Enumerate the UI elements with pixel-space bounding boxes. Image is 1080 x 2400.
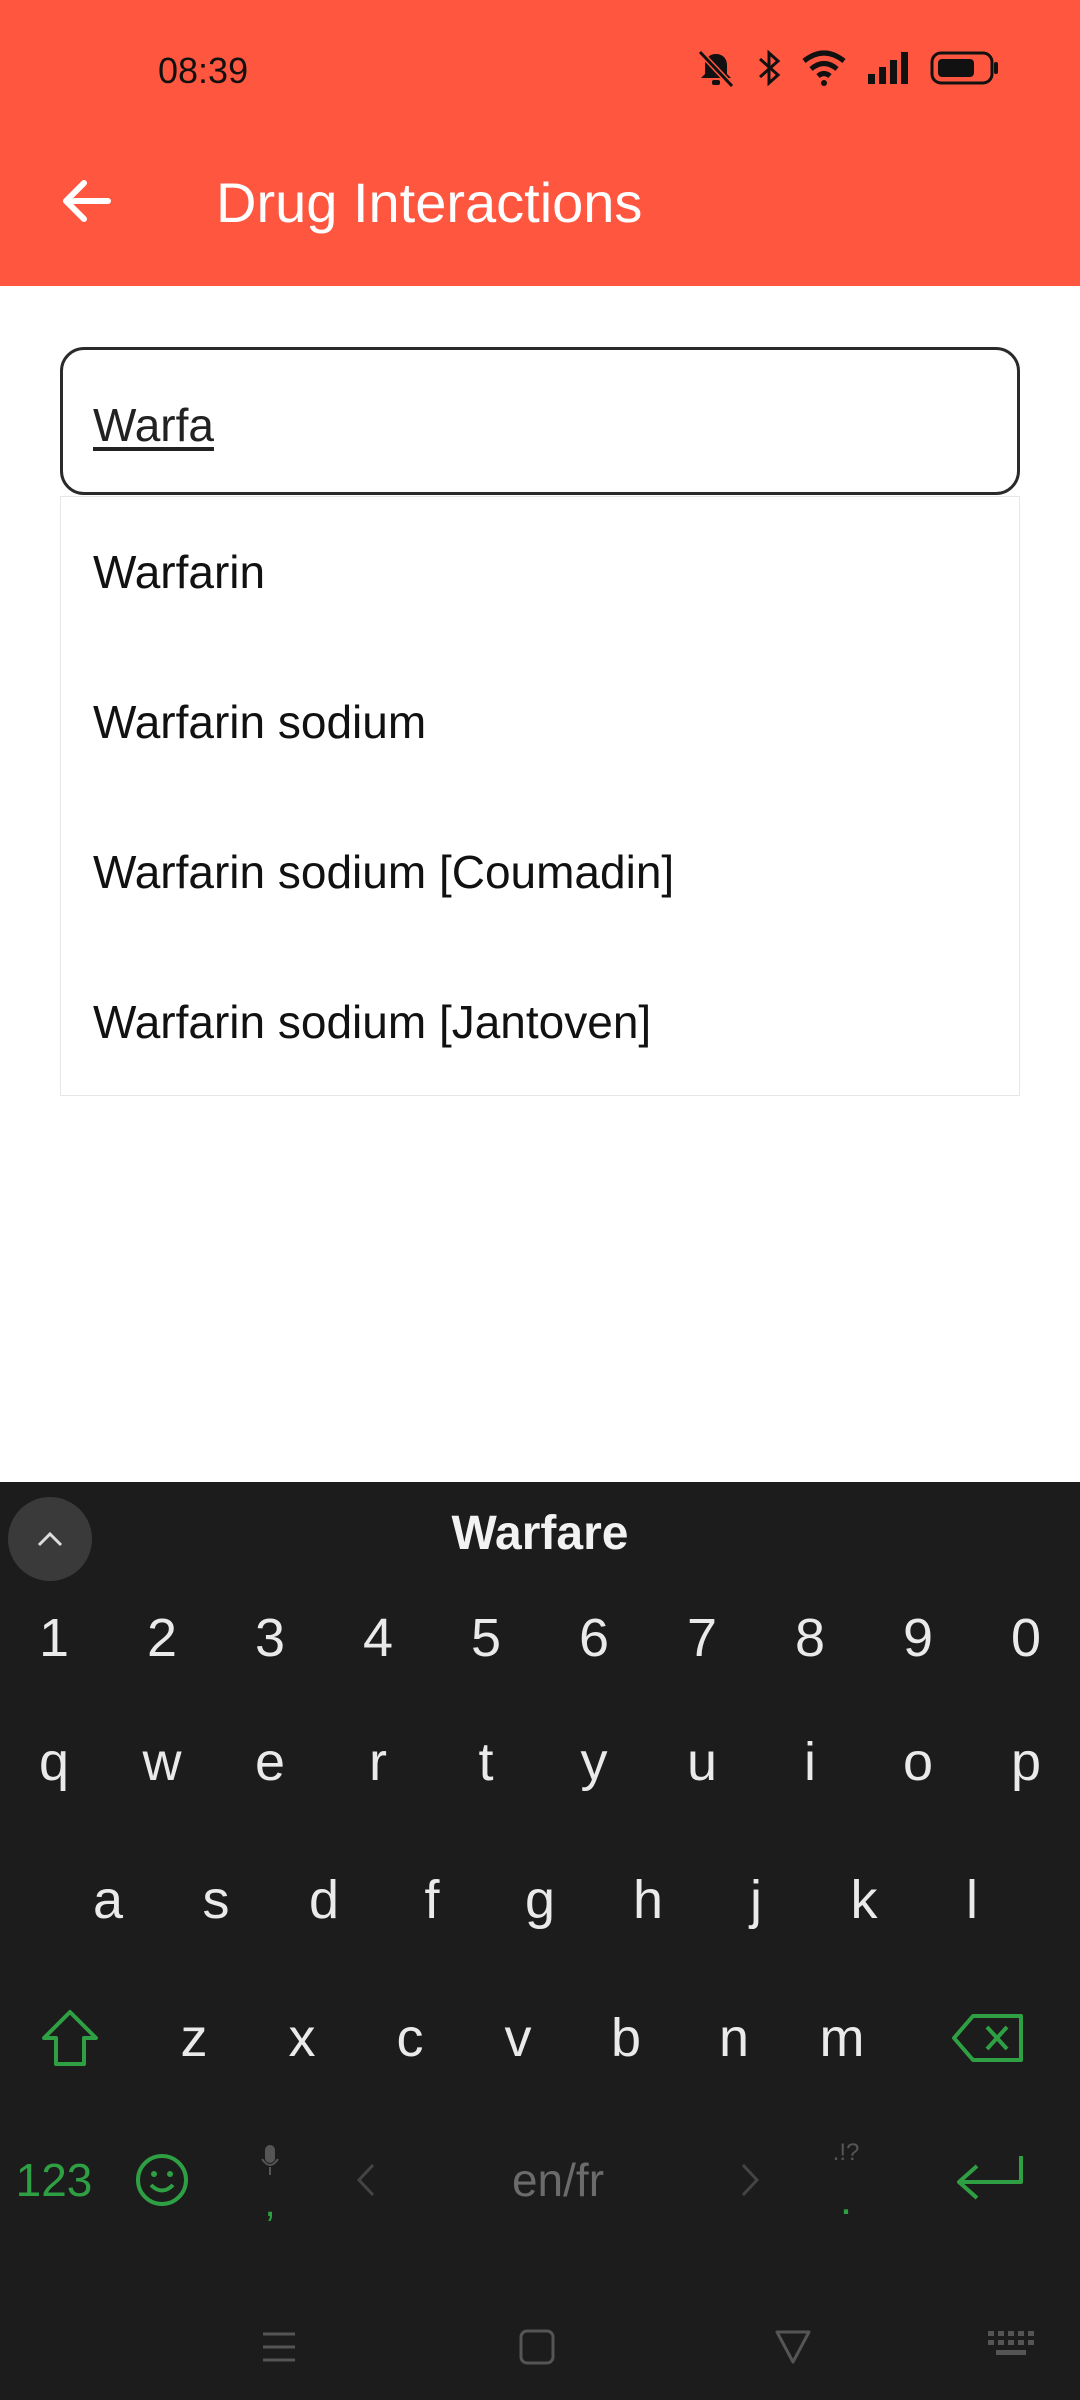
enter-icon xyxy=(957,2156,1023,2200)
symbols-key[interactable]: 123 xyxy=(0,2153,108,2207)
suggestion-dropdown: Warfarin Warfarin sodium Warfarin sodium… xyxy=(60,496,1020,1096)
key-s[interactable]: s xyxy=(162,1852,270,1948)
word-suggestion[interactable]: Warfare xyxy=(0,1506,1080,1561)
wifi-icon xyxy=(802,50,846,86)
shift-key[interactable] xyxy=(0,1990,140,2086)
emoji-icon xyxy=(136,2154,188,2206)
key-y[interactable]: y xyxy=(540,1714,648,1810)
vibrate-mute-icon xyxy=(697,49,735,88)
key-r[interactable]: r xyxy=(324,1714,432,1810)
punctuation-hint: .!? xyxy=(832,2139,860,2166)
key-b[interactable]: b xyxy=(572,1990,680,2086)
enter-key[interactable] xyxy=(900,2152,1080,2208)
key-m[interactable]: m xyxy=(788,1990,896,2086)
key-e[interactable]: e xyxy=(216,1714,324,1810)
nav-keyboard-button[interactable] xyxy=(986,2328,1036,2367)
key-v[interactable]: v xyxy=(464,1990,572,2086)
menu-icon xyxy=(263,2332,295,2362)
key-w[interactable]: w xyxy=(108,1714,216,1810)
soft-keyboard: Warfare 1 2 3 4 5 6 7 8 9 0 q w e r t y … xyxy=(0,1482,1080,2400)
page-title: Drug Interactions xyxy=(216,171,643,234)
nav-menu-button[interactable] xyxy=(260,2328,298,2371)
status-time: 08:39 xyxy=(158,50,249,91)
key-c[interactable]: c xyxy=(356,1990,464,2086)
status-icons xyxy=(694,48,1000,88)
backspace-icon xyxy=(952,2014,1023,2062)
letter-row-1: q w e r t y u i o p xyxy=(0,1714,1080,1810)
key-7[interactable]: 7 xyxy=(648,1590,756,1686)
key-2[interactable]: 2 xyxy=(108,1590,216,1686)
keyboard-icon xyxy=(988,2331,1034,2355)
key-8[interactable]: 8 xyxy=(756,1590,864,1686)
key-l[interactable]: l xyxy=(918,1852,1026,1948)
key-f[interactable]: f xyxy=(378,1852,486,1948)
key-t[interactable]: t xyxy=(432,1714,540,1810)
suggestion-item[interactable]: Warfarin sodium [Coumadin] xyxy=(61,797,1019,947)
period-key[interactable]: .!? . xyxy=(792,2135,900,2225)
space-bar[interactable]: en/fr xyxy=(408,2153,708,2207)
key-u[interactable]: u xyxy=(648,1714,756,1810)
letter-row-2: a s d f g h j k l xyxy=(0,1852,1080,1948)
signal-icon xyxy=(868,52,908,84)
comma-label: , xyxy=(264,2180,276,2225)
microphone-icon xyxy=(261,2144,279,2175)
suggestion-item[interactable]: Warfarin xyxy=(61,497,1019,647)
chevron-right-icon xyxy=(741,2163,760,2197)
key-i[interactable]: i xyxy=(756,1714,864,1810)
key-a[interactable]: a xyxy=(54,1852,162,1948)
period-label: . xyxy=(839,2175,853,2224)
system-nav-bar xyxy=(0,2308,1080,2398)
emoji-key[interactable] xyxy=(108,2152,216,2208)
search-input-value[interactable]: Warfa xyxy=(93,398,214,452)
battery-icon xyxy=(930,51,998,85)
backspace-key[interactable] xyxy=(896,1990,1080,2086)
back-triangle-icon xyxy=(775,2330,811,2364)
home-square-icon xyxy=(519,2329,555,2365)
suggestion-item[interactable]: Warfarin sodium [Jantoven] xyxy=(61,947,1019,1097)
cursor-left-key[interactable] xyxy=(324,2162,408,2198)
bluetooth-icon xyxy=(759,49,781,87)
cursor-right-key[interactable] xyxy=(708,2162,792,2198)
key-p[interactable]: p xyxy=(972,1714,1080,1810)
key-o[interactable]: o xyxy=(864,1714,972,1810)
shift-icon xyxy=(42,2010,98,2066)
arrow-left-icon xyxy=(63,180,111,222)
key-k[interactable]: k xyxy=(810,1852,918,1948)
back-button[interactable] xyxy=(50,166,120,236)
key-4[interactable]: 4 xyxy=(324,1590,432,1686)
key-g[interactable]: g xyxy=(486,1852,594,1948)
key-5[interactable]: 5 xyxy=(432,1590,540,1686)
app-header: 08:39 Drug Interactions xyxy=(0,0,1080,286)
letter-row-3: z x c v b n m xyxy=(0,1990,1080,2086)
nav-back-button[interactable] xyxy=(774,2328,812,2371)
number-row: 1 2 3 4 5 6 7 8 9 0 xyxy=(0,1590,1080,1686)
key-6[interactable]: 6 xyxy=(540,1590,648,1686)
key-3[interactable]: 3 xyxy=(216,1590,324,1686)
key-q[interactable]: q xyxy=(0,1714,108,1810)
chevron-left-icon xyxy=(356,2163,375,2197)
key-0[interactable]: 0 xyxy=(972,1590,1080,1686)
key-9[interactable]: 9 xyxy=(864,1590,972,1686)
key-j[interactable]: j xyxy=(702,1852,810,1948)
suggestion-item[interactable]: Warfarin sodium xyxy=(61,647,1019,797)
comma-key[interactable]: , xyxy=(216,2135,324,2226)
key-h[interactable]: h xyxy=(594,1852,702,1948)
key-n[interactable]: n xyxy=(680,1990,788,2086)
key-x[interactable]: x xyxy=(248,1990,356,2086)
key-1[interactable]: 1 xyxy=(0,1590,108,1686)
bottom-key-row: 123 , en/fr .!? . xyxy=(0,2130,1080,2230)
key-z[interactable]: z xyxy=(140,1990,248,2086)
nav-home-button[interactable] xyxy=(518,2328,556,2371)
key-d[interactable]: d xyxy=(270,1852,378,1948)
drug-search-input[interactable]: Warfa xyxy=(60,347,1020,495)
